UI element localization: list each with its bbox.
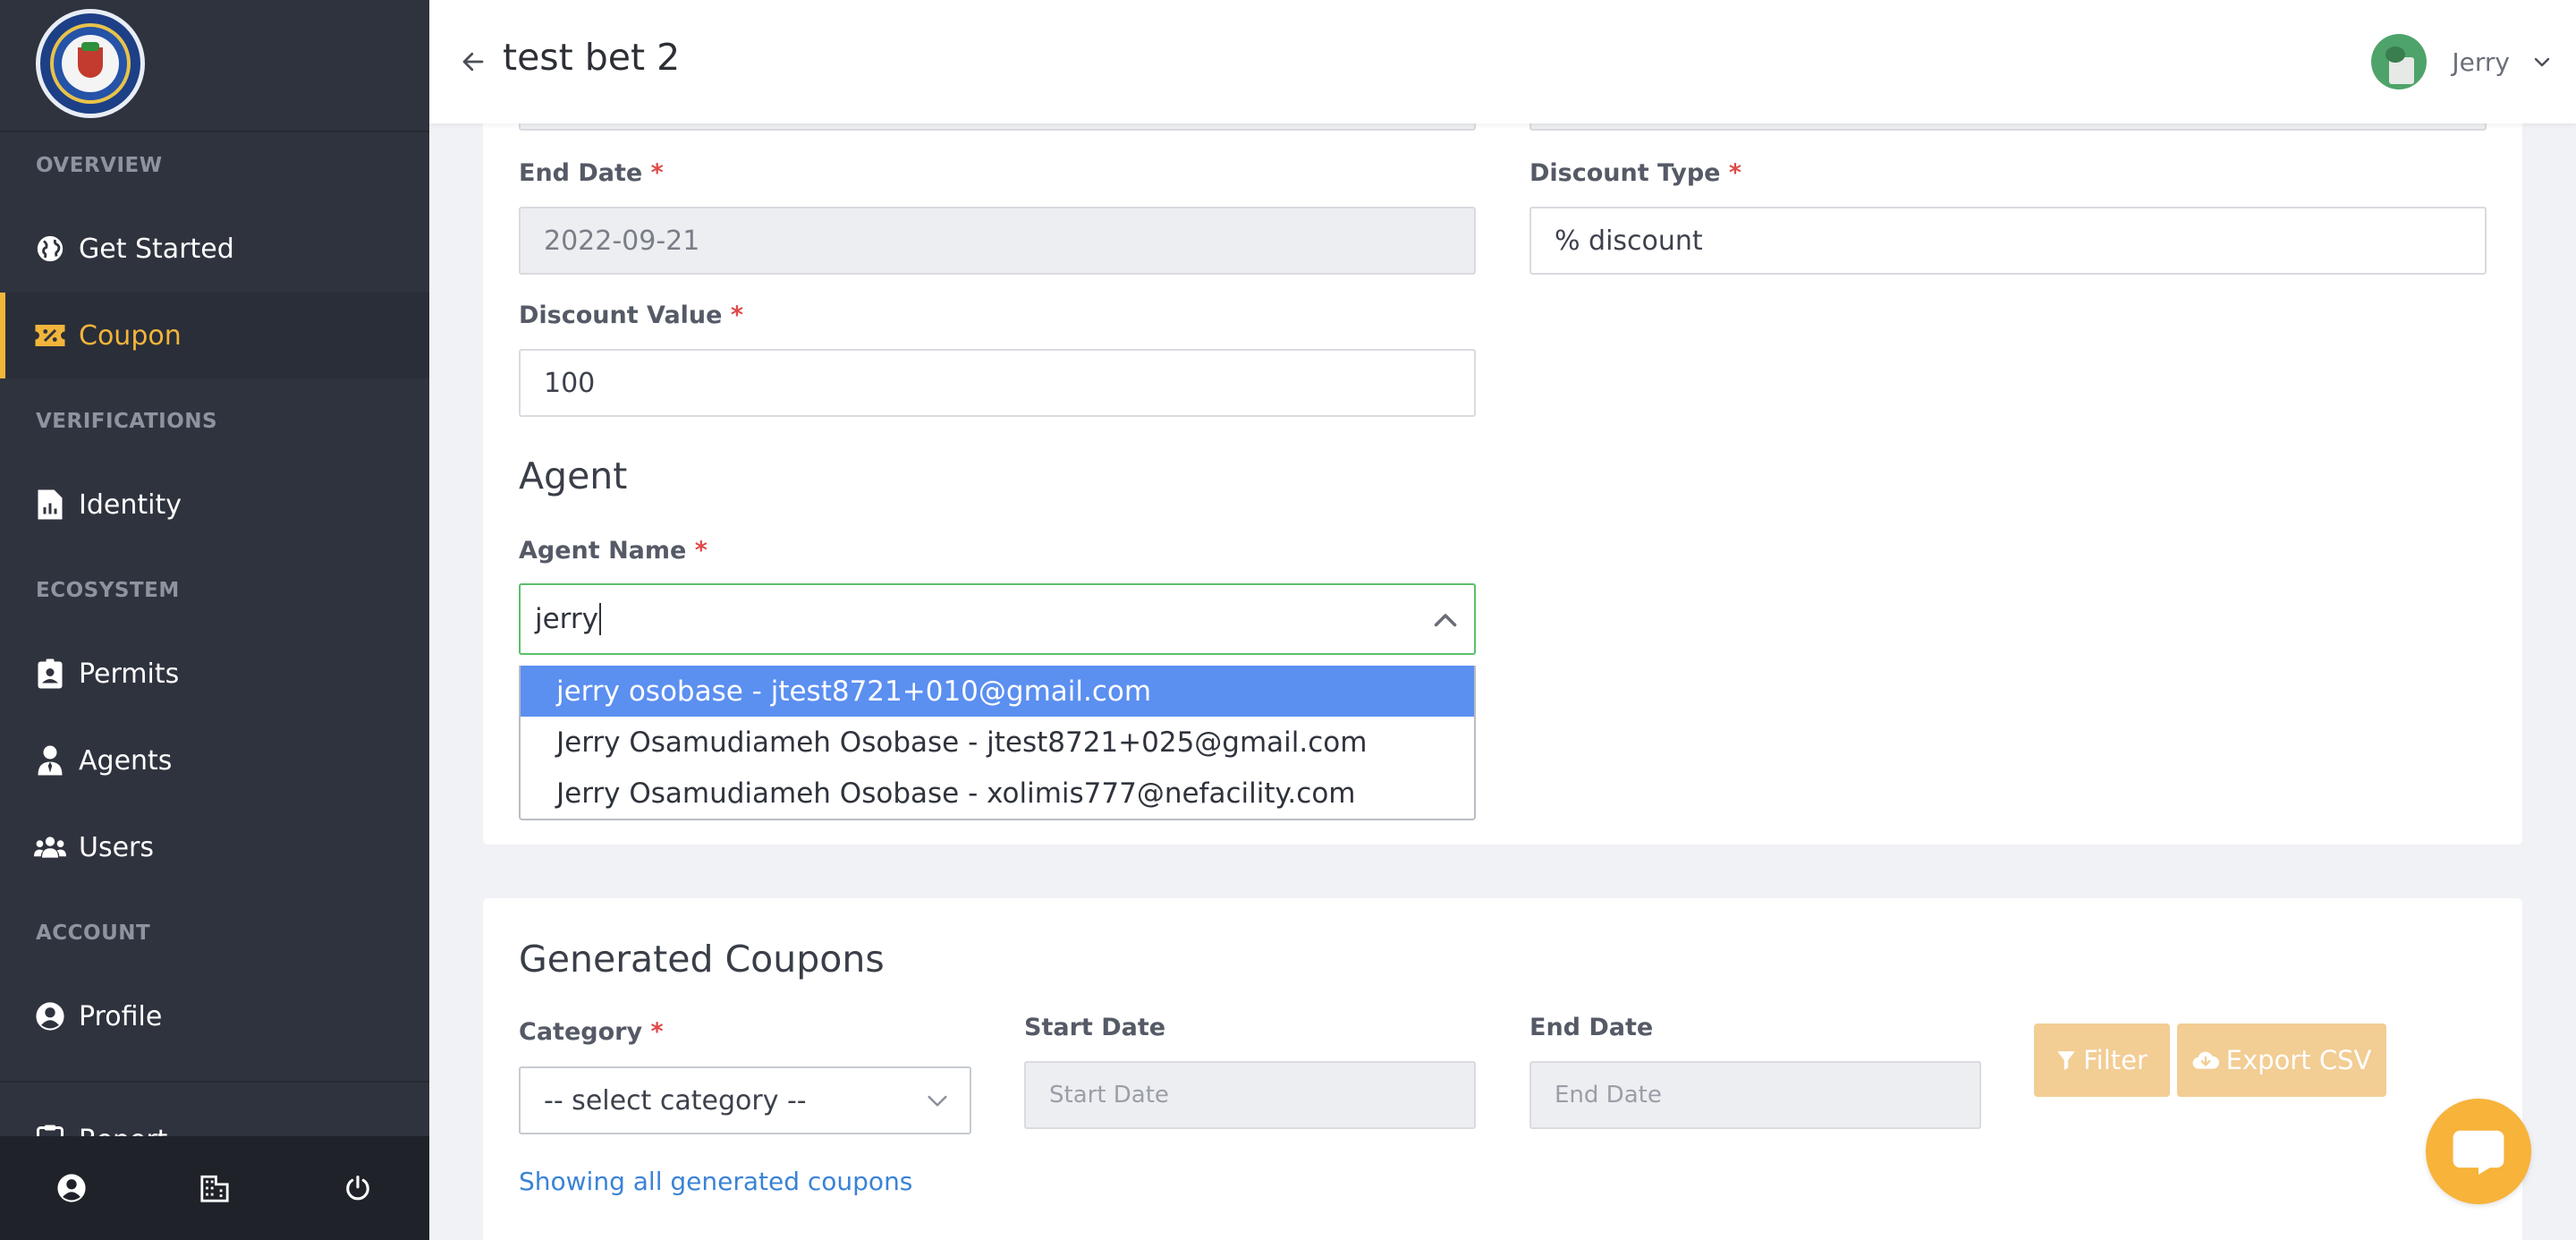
end-date-field[interactable]: 2022-09-21	[519, 207, 1476, 275]
user-name: Jerry	[2452, 47, 2510, 77]
top-header: test bet 2 Jerry	[429, 0, 2576, 123]
category-label: Category *	[519, 1018, 664, 1046]
agent-name-combobox: jerry jerry osobase - jtest8721+010@gmai…	[519, 583, 1476, 820]
generated-coupons-title: Generated Coupons	[519, 938, 885, 981]
sidebar: OVERVIEW Get Started Coupon VERIFICATION…	[0, 0, 429, 1240]
arrow-left-icon	[462, 52, 484, 72]
sidebar-footer	[0, 1136, 429, 1240]
end-date-label: End Date *	[519, 159, 664, 187]
chevron-down-icon	[928, 1095, 947, 1107]
agent-option[interactable]: Jerry Osamudiameh Osobase - jtest8721+02…	[521, 717, 1474, 768]
section-label-verifications: VERIFICATIONS	[36, 410, 218, 433]
power-icon	[346, 1175, 369, 1201]
agent-option[interactable]: jerry osobase - jtest8721+010@gmail.com	[521, 666, 1474, 717]
sidebar-item-identity[interactable]: Identity	[0, 462, 429, 548]
users-icon	[34, 831, 66, 863]
divider	[0, 131, 429, 132]
sidebar-item-coupon[interactable]: Coupon	[0, 293, 429, 378]
category-select[interactable]: -- select category --	[519, 1066, 971, 1134]
document-icon	[34, 488, 66, 521]
category-select-value: -- select category --	[544, 1084, 807, 1117]
building-icon	[200, 1175, 229, 1202]
user-circle-icon	[57, 1174, 86, 1202]
sidebar-item-permits[interactable]: Permits	[0, 631, 429, 717]
profile-shortcut-button[interactable]	[0, 1136, 143, 1240]
chat-button[interactable]	[2426, 1099, 2531, 1204]
discount-value-label: Discount Value *	[519, 302, 744, 329]
sidebar-item-profile[interactable]: Profile	[0, 973, 429, 1059]
sidebar-item-get-started[interactable]: Get Started	[0, 206, 429, 292]
sidebar-item-label: Agents	[79, 744, 173, 777]
discount-type-field[interactable]: % discount	[1530, 207, 2487, 275]
discount-value-field[interactable]: 100	[519, 349, 1476, 417]
ticket-icon	[34, 319, 66, 352]
end-date-filter-input[interactable]: End Date	[1530, 1061, 1981, 1129]
export-button-label: Export CSV	[2225, 1045, 2372, 1075]
cloud-download-icon	[2192, 1051, 2219, 1069]
id-badge-icon	[34, 658, 66, 690]
section-label-account: ACCOUNT	[36, 922, 151, 945]
page-title: test bet 2	[503, 36, 681, 79]
agent-name-label: Agent Name *	[519, 537, 708, 565]
logout-button[interactable]	[286, 1136, 429, 1240]
filter-icon	[2057, 1051, 2075, 1070]
filter-button-label: Filter	[2083, 1045, 2148, 1075]
organization-button[interactable]	[143, 1136, 286, 1240]
avatar	[2371, 34, 2428, 89]
sidebar-item-label: Users	[79, 831, 155, 863]
showing-all-coupons-link[interactable]: Showing all generated coupons	[519, 1167, 912, 1196]
lottery-authority-logo[interactable]	[36, 9, 145, 118]
start-date-filter-label: Start Date	[1024, 1014, 1166, 1041]
user-menu[interactable]: Jerry	[2371, 34, 2553, 89]
end-date-filter-label: End Date	[1530, 1014, 1654, 1041]
section-label-ecosystem: ECOSYSTEM	[36, 579, 180, 602]
agent-section-title: Agent	[519, 454, 628, 497]
discount-type-label: Discount Type *	[1530, 159, 1742, 187]
sidebar-item-label: Coupon	[79, 319, 182, 352]
chevron-down-icon	[2534, 57, 2550, 67]
chevron-up-icon[interactable]	[1429, 605, 1462, 637]
agent-option[interactable]: Jerry Osamudiameh Osobase - xolimis777@n…	[521, 768, 1474, 819]
chat-bubble-icon	[2453, 1130, 2504, 1175]
sidebar-item-label: Get Started	[79, 233, 234, 265]
divider	[0, 1081, 429, 1083]
sidebar-item-label: Profile	[79, 1000, 163, 1032]
start-date-filter-input[interactable]: Start Date	[1024, 1061, 1476, 1129]
back-button[interactable]	[453, 41, 494, 82]
globe-icon	[34, 233, 66, 265]
export-csv-button[interactable]: Export CSV	[2177, 1023, 2386, 1097]
sidebar-item-agents[interactable]: Agents	[0, 718, 429, 803]
agent-options-list: jerry osobase - jtest8721+010@gmail.com …	[519, 666, 1476, 820]
filter-button[interactable]: Filter	[2034, 1023, 2170, 1097]
coat-of-arms-icon	[62, 35, 119, 92]
sidebar-item-users[interactable]: Users	[0, 804, 429, 890]
person-tie-icon	[34, 744, 66, 777]
sidebar-item-label: Permits	[79, 658, 180, 690]
section-label-overview: OVERVIEW	[36, 154, 163, 177]
agent-search-input[interactable]: jerry	[519, 583, 1476, 655]
text-caret	[598, 603, 601, 635]
user-circle-icon	[34, 1000, 66, 1032]
sidebar-item-label: Identity	[79, 488, 182, 521]
